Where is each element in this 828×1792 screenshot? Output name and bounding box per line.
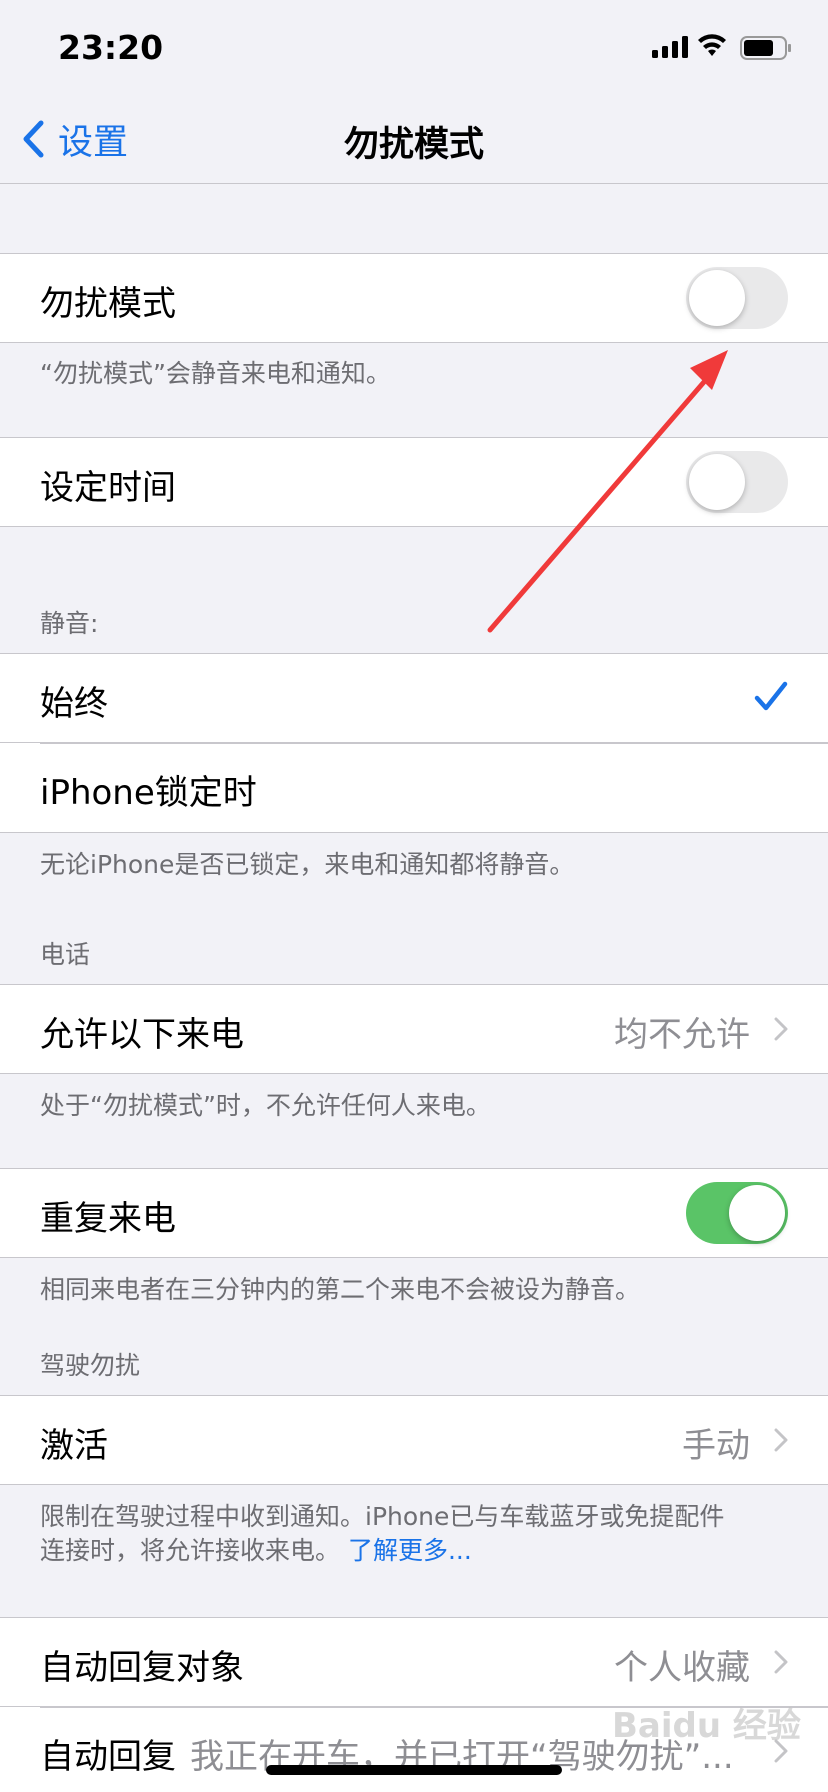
- silence-locked-row[interactable]: iPhone锁定时: [0, 743, 828, 833]
- row-separator: [40, 743, 828, 744]
- silence-always-label: 始终: [40, 684, 108, 724]
- allow-calls-value: 均不允许: [614, 1015, 750, 1055]
- repeated-calls-row[interactable]: 重复来电: [0, 1168, 828, 1258]
- chevron-right-icon: [774, 1428, 788, 1452]
- chevron-right-icon: [774, 1017, 788, 1041]
- checkmark-icon: [754, 681, 788, 711]
- dnd-row[interactable]: 勿扰模式: [0, 253, 828, 343]
- dnd-footer: “勿扰模式”会静音来电和通知。: [40, 359, 391, 388]
- scheduled-row[interactable]: 设定时间: [0, 437, 828, 527]
- driving-activate-value: 手动: [682, 1426, 750, 1466]
- repeated-calls-label: 重复来电: [40, 1199, 176, 1239]
- toggle-knob: [689, 454, 745, 510]
- scheduled-label: 设定时间: [40, 468, 176, 508]
- driving-footer-line1: 限制在驾驶过程中收到通知。iPhone已与车载蓝牙或免提配件: [40, 1502, 725, 1531]
- allow-calls-row[interactable]: 允许以下来电 均不允许: [0, 984, 828, 1074]
- silence-footer: 无论iPhone是否已锁定，来电和通知都将静音。: [40, 850, 575, 879]
- phone-header: 电话: [40, 940, 91, 969]
- driving-header: 驾驶勿扰: [40, 1351, 141, 1380]
- chevron-right-icon: [774, 1650, 788, 1674]
- signal-icon: [652, 36, 688, 58]
- allow-calls-footer: 处于“勿扰模式”时，不允许任何人来电。: [40, 1091, 491, 1120]
- driving-footer-line2: 连接时，将允许接收来电。: [40, 1536, 341, 1565]
- repeated-calls-toggle[interactable]: [686, 1182, 788, 1244]
- wifi-icon: [698, 34, 726, 56]
- battery-icon: [740, 36, 791, 60]
- home-indicator: [266, 1765, 562, 1775]
- driving-footer: 限制在驾驶过程中收到通知。iPhone已与车载蓝牙或免提配件 连接时，将允许接收…: [40, 1500, 788, 1568]
- dnd-toggle[interactable]: [686, 267, 788, 329]
- silence-locked-label: iPhone锁定时: [40, 773, 257, 813]
- toggle-knob: [729, 1185, 785, 1241]
- dnd-label: 勿扰模式: [40, 284, 176, 324]
- driving-activate-label: 激活: [40, 1426, 108, 1466]
- learn-more-link[interactable]: 了解更多...: [348, 1536, 472, 1565]
- scheduled-toggle[interactable]: [686, 451, 788, 513]
- status-time: 23:20: [58, 28, 164, 67]
- auto-reply-label: 自动回复: [40, 1737, 176, 1777]
- silence-header: 静音:: [40, 609, 99, 638]
- silence-always-row[interactable]: 始终: [0, 653, 828, 743]
- auto-reply-to-row[interactable]: 自动回复对象 个人收藏: [0, 1617, 828, 1707]
- navigation-bar: 设置 勿扰模式: [0, 92, 828, 184]
- toggle-knob: [689, 270, 745, 326]
- status-bar: 23:20: [0, 0, 828, 92]
- driving-activate-row[interactable]: 激活 手动: [0, 1395, 828, 1485]
- repeated-calls-footer: 相同来电者在三分钟内的第二个来电不会被设为静音。: [40, 1275, 641, 1304]
- driving-footer-line2-wrap: 连接时，将允许接收来电。 了解更多...: [40, 1534, 788, 1568]
- watermark: Baidu 经验: [612, 1706, 801, 1746]
- auto-reply-to-label: 自动回复对象: [40, 1648, 244, 1688]
- page-title: 勿扰模式: [343, 125, 484, 165]
- auto-reply-to-value: 个人收藏: [614, 1648, 750, 1688]
- allow-calls-label: 允许以下来电: [40, 1015, 244, 1055]
